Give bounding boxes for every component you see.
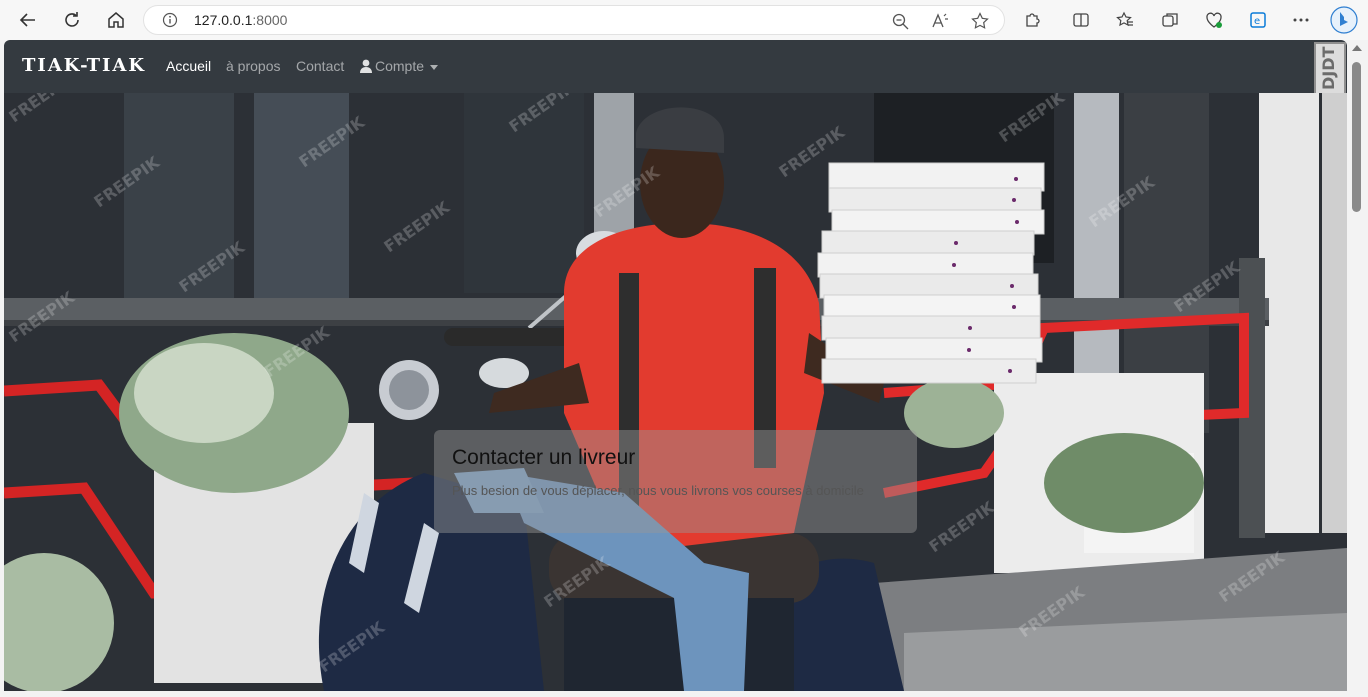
favorites-icon[interactable]: [1113, 8, 1137, 32]
debug-toolbar-label: DJDT: [1319, 46, 1338, 90]
url-port: :8000: [252, 12, 288, 28]
hero-image: FREEPIK FREEPIK FREEPIK FREEPIK FREEPIK …: [4, 93, 1347, 691]
info-icon[interactable]: [162, 12, 178, 32]
hero-carousel: FREEPIK FREEPIK FREEPIK FREEPIK FREEPIK …: [4, 93, 1347, 691]
pizza-boxes: [817, 162, 1045, 384]
carousel-caption: Contacter un livreur Plus besion de vous…: [434, 430, 917, 533]
url-text[interactable]: 127.0.0.1:8000: [194, 12, 287, 28]
bing-icon[interactable]: [1329, 5, 1359, 35]
svg-text:e: e: [1254, 16, 1260, 27]
collections-icon[interactable]: [1158, 8, 1182, 32]
url-host: 127.0.0.1: [194, 12, 253, 28]
star-icon[interactable]: [970, 11, 990, 31]
caption-subtitle: Plus besion de vous déplacer, nous vous …: [452, 483, 864, 498]
puzzle-icon[interactable]: [1021, 8, 1045, 32]
browser-toolbar: 127.0.0.1:8000 e: [0, 0, 1368, 40]
nav-link-a-propos[interactable]: à propos: [226, 58, 280, 74]
more-dots-icon[interactable]: [1289, 8, 1313, 32]
nav-link-accueil[interactable]: Accueil: [166, 58, 211, 74]
scroll-thumb[interactable]: [1352, 62, 1361, 212]
account-label: Compte: [375, 58, 425, 74]
brand-logo[interactable]: TIAK-TIAK: [22, 55, 146, 76]
chevron-down-icon: [430, 64, 439, 70]
scroll-up-icon[interactable]: [1352, 45, 1362, 51]
debug-toolbar-handle[interactable]: DJDT: [1314, 42, 1346, 100]
heart-pulse-icon[interactable]: [1202, 8, 1226, 32]
user-icon: [360, 59, 372, 76]
address-bar[interactable]: 127.0.0.1:8000: [143, 5, 1005, 35]
page-scrollbar[interactable]: [1349, 40, 1366, 691]
split-screen-icon[interactable]: [1069, 8, 1093, 32]
page-viewport: TIAK-TIAK Accueil à propos Contact Compt…: [4, 40, 1347, 691]
zoom-out-icon[interactable]: [890, 11, 910, 31]
read-aloud-icon[interactable]: [930, 11, 950, 31]
caption-title: Contacter un livreur: [452, 446, 636, 469]
account-dropdown[interactable]: Compte: [360, 58, 439, 76]
home-icon[interactable]: [104, 8, 128, 32]
nav-link-contact[interactable]: Contact: [296, 58, 344, 74]
navbar: TIAK-TIAK Accueil à propos Contact Compt…: [4, 40, 1347, 100]
refresh-icon[interactable]: [60, 8, 84, 32]
edge-icon[interactable]: e: [1246, 8, 1270, 32]
back-arrow-icon[interactable]: [16, 8, 40, 32]
